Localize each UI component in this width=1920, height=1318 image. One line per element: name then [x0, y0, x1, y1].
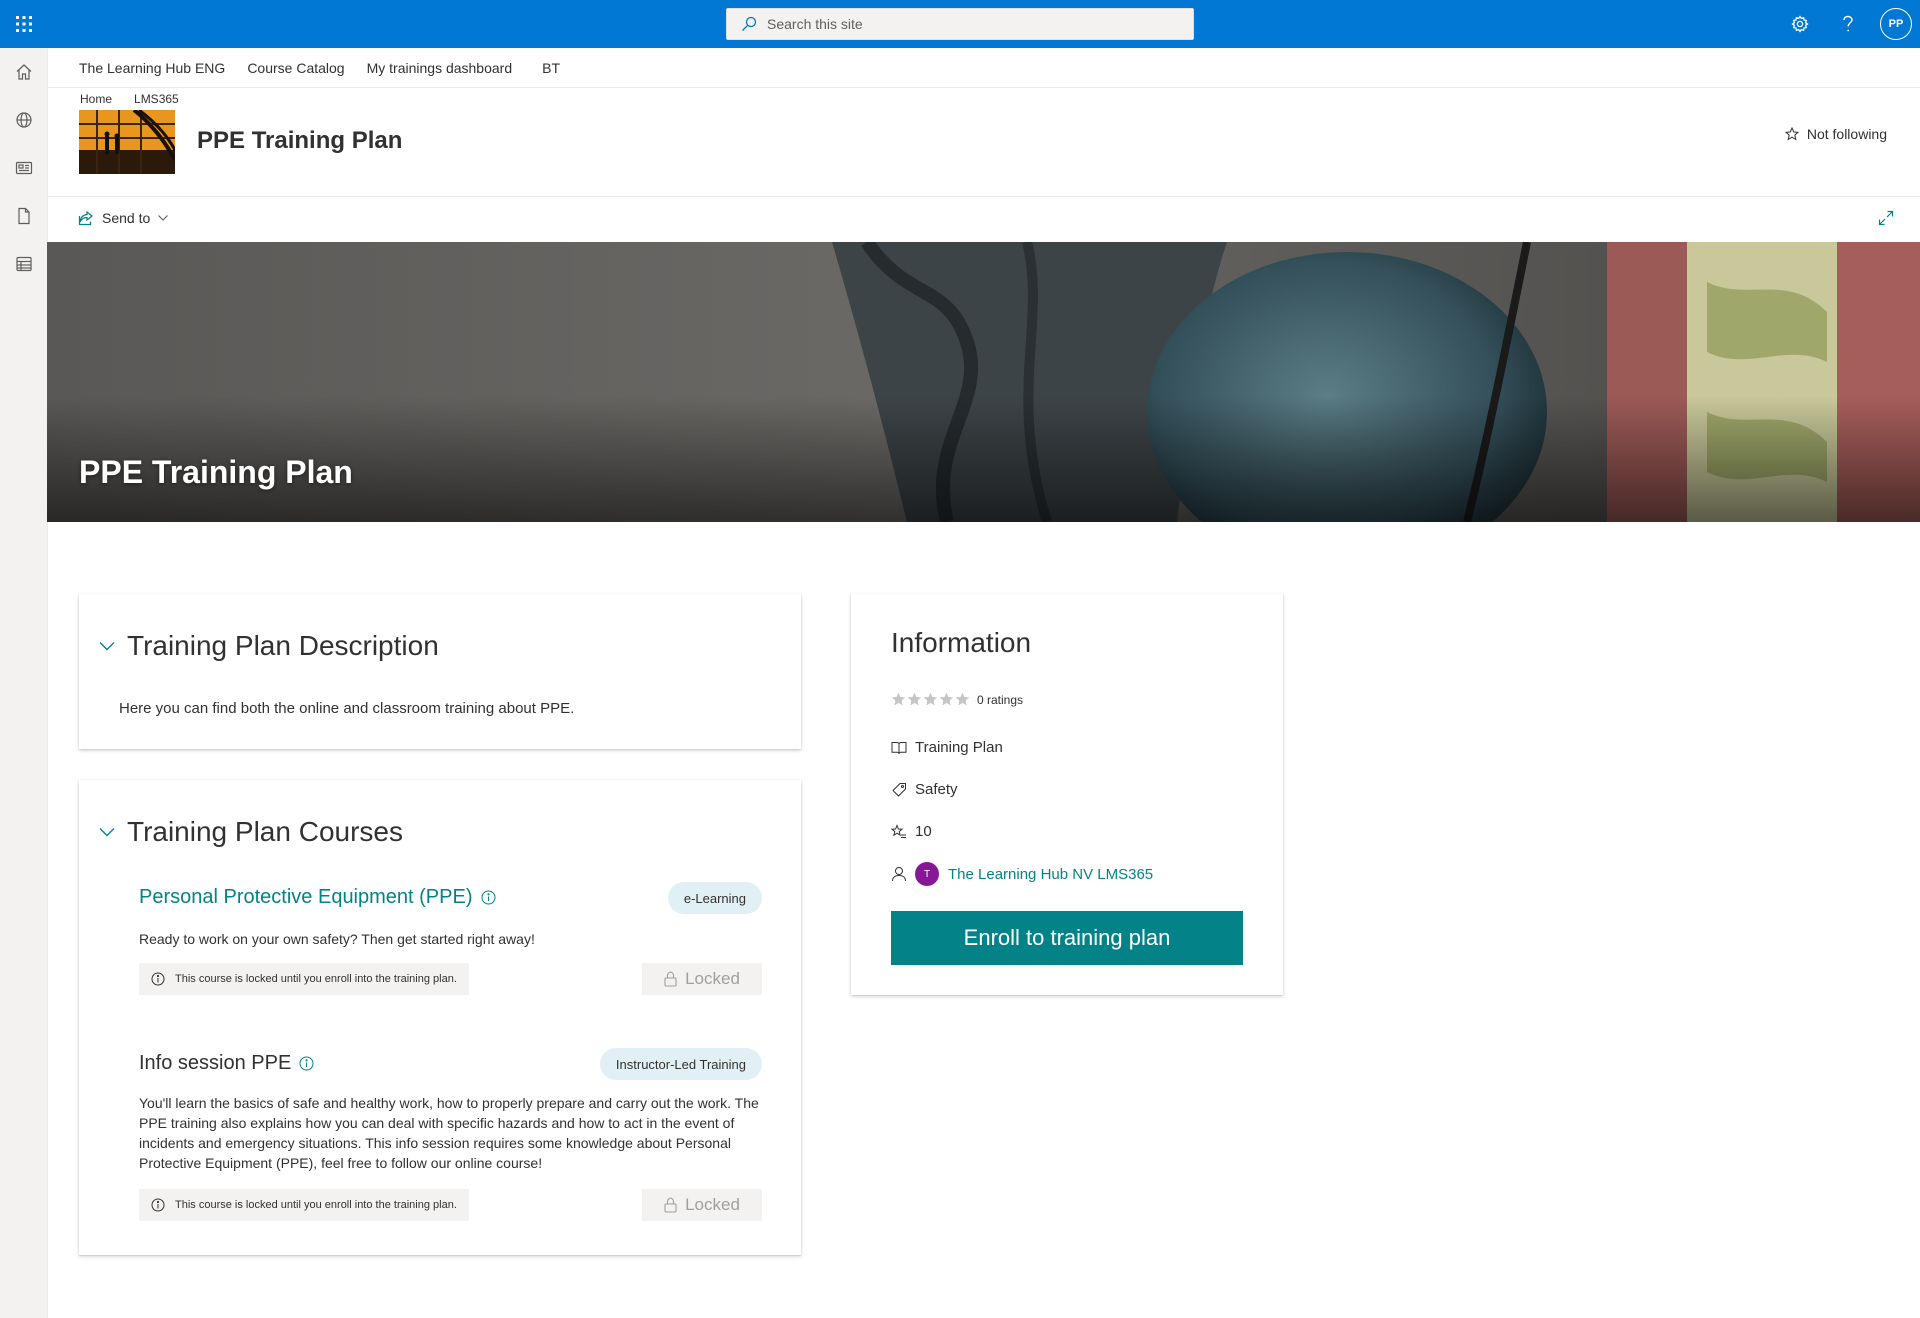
follow-button[interactable]: Not following	[1784, 126, 1887, 142]
suite-bar: PP	[0, 0, 1920, 48]
tag-icon	[891, 782, 907, 798]
description-heading: Training Plan Description	[127, 630, 439, 661]
person-icon	[891, 866, 907, 882]
chevron-down-icon	[158, 215, 169, 221]
app-bar	[0, 48, 48, 1318]
settings-gear-icon[interactable]	[1776, 0, 1824, 48]
document-icon[interactable]	[0, 192, 48, 240]
send-to-label: Send to	[102, 210, 151, 226]
list-icon[interactable]	[0, 240, 48, 288]
info-category-row: Safety	[891, 781, 958, 798]
course-type-badge: Instructor-Led Training	[599, 1048, 762, 1080]
points-star-icon	[891, 823, 907, 840]
description-section-toggle[interactable]: Training Plan Description	[99, 630, 439, 662]
send-to-button[interactable]: Send to	[78, 210, 169, 226]
hub-nav-my-trainings-dashboard[interactable]: My trainings dashboard	[367, 60, 513, 76]
description-text: Here you can find both the online and cl…	[119, 700, 575, 717]
site-logo[interactable]	[79, 110, 175, 174]
information-heading: Information	[891, 627, 1032, 658]
locked-button[interactable]: Locked	[642, 1189, 762, 1221]
user-avatar[interactable]: PP	[1880, 8, 1912, 40]
news-icon[interactable]	[0, 144, 48, 192]
ratings-count: 0 ratings	[977, 692, 1024, 707]
info-icon	[151, 1198, 175, 1212]
hub-nav-bt[interactable]: BT	[542, 60, 560, 76]
hero-title: PPE Training Plan	[79, 454, 353, 490]
breadcrumb-lms365[interactable]: LMS365	[134, 92, 179, 106]
book-icon	[891, 741, 907, 755]
course-type-badge: e-Learning	[667, 882, 762, 914]
hero-banner: PPE Training Plan	[47, 242, 1920, 522]
course-title: Personal Protective Equipment (PPE)	[139, 886, 473, 908]
locked-button[interactable]: Locked	[642, 963, 762, 995]
course-title: Info session PPE	[139, 1052, 292, 1074]
courses-section-toggle[interactable]: Training Plan Courses	[99, 816, 403, 848]
info-icon	[151, 972, 175, 986]
app-launcher-waffle-icon[interactable]	[0, 0, 48, 48]
courses-card: Training Plan Courses Personal Protectiv…	[79, 780, 801, 1255]
information-card: Information 0 ratings Training Plan Safe…	[851, 594, 1283, 995]
locked-label: Locked	[685, 969, 740, 988]
rating-stars	[891, 692, 971, 707]
course-title-link[interactable]: Info session PPE	[139, 1052, 314, 1075]
hub-nav-course-catalog[interactable]: Course Catalog	[247, 60, 344, 76]
follow-label: Not following	[1806, 126, 1887, 142]
training-type: Training Plan	[915, 739, 1003, 756]
star-icon	[1784, 127, 1807, 141]
course-description: You'll learn the basics of safe and heal…	[139, 1095, 759, 1171]
points: 10	[915, 823, 932, 840]
expand-icon[interactable]	[1878, 210, 1894, 226]
lock-note-text: This course is locked until you enroll i…	[175, 973, 457, 985]
hub-nav-learning-hub-eng[interactable]: The Learning Hub ENG	[79, 60, 225, 76]
chevron-down-icon	[99, 641, 115, 651]
courses-heading: Training Plan Courses	[127, 816, 403, 847]
breadcrumb: Home LMS365	[80, 92, 201, 106]
info-owner-row: T The Learning Hub NV LMS365	[891, 862, 1153, 886]
info-type-row: Training Plan	[891, 739, 1003, 756]
category: Safety	[915, 781, 958, 798]
search-box[interactable]	[726, 8, 1194, 40]
lock-icon	[664, 1197, 685, 1213]
info-points-row: 10	[891, 823, 932, 840]
course-title-link[interactable]: Personal Protective Equipment (PPE)	[139, 886, 496, 909]
lock-note: This course is locked until you enroll i…	[139, 963, 469, 995]
enroll-button[interactable]: Enroll to training plan	[891, 911, 1243, 965]
suite-right-controls: PP	[1776, 0, 1920, 48]
owner-link[interactable]: The Learning Hub NV LMS365	[948, 866, 1153, 883]
rating[interactable]: 0 ratings	[891, 692, 1023, 707]
info-icon[interactable]	[481, 890, 496, 905]
command-bar: Send to	[48, 198, 1920, 242]
hub-navigation: The Learning Hub ENG Course Catalog My t…	[48, 48, 1920, 88]
help-question-icon[interactable]	[1824, 0, 1872, 48]
search-input[interactable]	[767, 16, 1167, 32]
info-icon[interactable]	[299, 1056, 314, 1071]
description-card: Training Plan Description Here you can f…	[79, 594, 801, 749]
chevron-down-icon	[99, 827, 115, 837]
locked-label: Locked	[685, 1195, 740, 1214]
lock-note-text: This course is locked until you enroll i…	[175, 1199, 457, 1211]
share-icon	[78, 210, 94, 226]
breadcrumb-home[interactable]: Home	[80, 92, 112, 106]
home-icon[interactable]	[0, 48, 48, 96]
globe-icon[interactable]	[0, 96, 48, 144]
site-title: PPE Training Plan	[197, 127, 403, 154]
search-icon	[741, 16, 757, 32]
lock-note: This course is locked until you enroll i…	[139, 1189, 469, 1221]
lock-icon	[664, 971, 685, 987]
site-header: Home LMS365 PPE Training Plan Not follow…	[48, 88, 1920, 197]
course-description: Ready to work on your own safety? Then g…	[139, 931, 535, 947]
owner-avatar: T	[915, 862, 939, 886]
